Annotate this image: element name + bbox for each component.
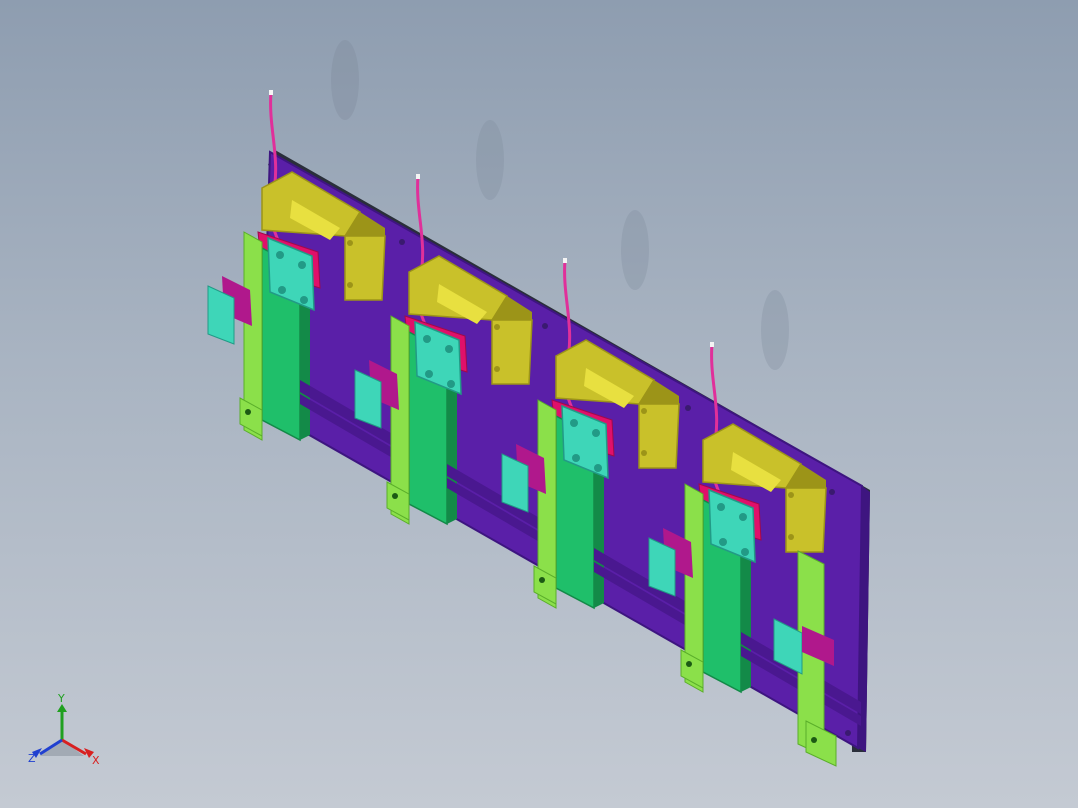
bolt-icon (788, 492, 794, 498)
bolt-icon (570, 419, 578, 427)
bolt-icon (298, 261, 306, 269)
bolt-icon (494, 366, 500, 372)
bolt-icon (641, 450, 647, 456)
bolt-icon (278, 286, 286, 294)
triad-y-label: Y (57, 692, 65, 705)
bolt-icon (739, 513, 747, 521)
bolt-icon (245, 409, 251, 415)
bolt-icon (300, 296, 308, 304)
coordinate-triad: Y X Z (28, 692, 100, 767)
triad-z-label: Z (28, 752, 36, 765)
bolt-icon (717, 503, 725, 511)
bolt-icon (494, 324, 500, 330)
bolt-icon (594, 464, 602, 472)
fixture-assembly-model[interactable] (207, 90, 870, 767)
bolt-icon (276, 251, 284, 259)
bolt-icon (447, 380, 455, 388)
bolt-icon (741, 548, 749, 556)
bolt-icon (392, 493, 398, 499)
bolt-icon (539, 577, 545, 583)
bolt-icon (788, 534, 794, 540)
bolt-icon (641, 408, 647, 414)
cable-tip (269, 90, 273, 95)
cad-viewport[interactable] (0, 0, 1078, 808)
bolt-icon (425, 370, 433, 378)
cable-tip (416, 174, 420, 179)
bolt-icon (686, 661, 692, 667)
triad-x-label: X (92, 754, 100, 767)
y-arrow-icon (57, 704, 67, 712)
cable-tip (710, 342, 714, 347)
bolt-icon (592, 429, 600, 437)
bolt-icon (423, 335, 431, 343)
bolt-icon (445, 345, 453, 353)
bolt-icon (572, 454, 580, 462)
bolt-icon (347, 240, 353, 246)
cable-tip (563, 258, 567, 263)
bolt-icon (811, 737, 817, 743)
bolt-icon (347, 282, 353, 288)
bolt-icon (719, 538, 727, 546)
